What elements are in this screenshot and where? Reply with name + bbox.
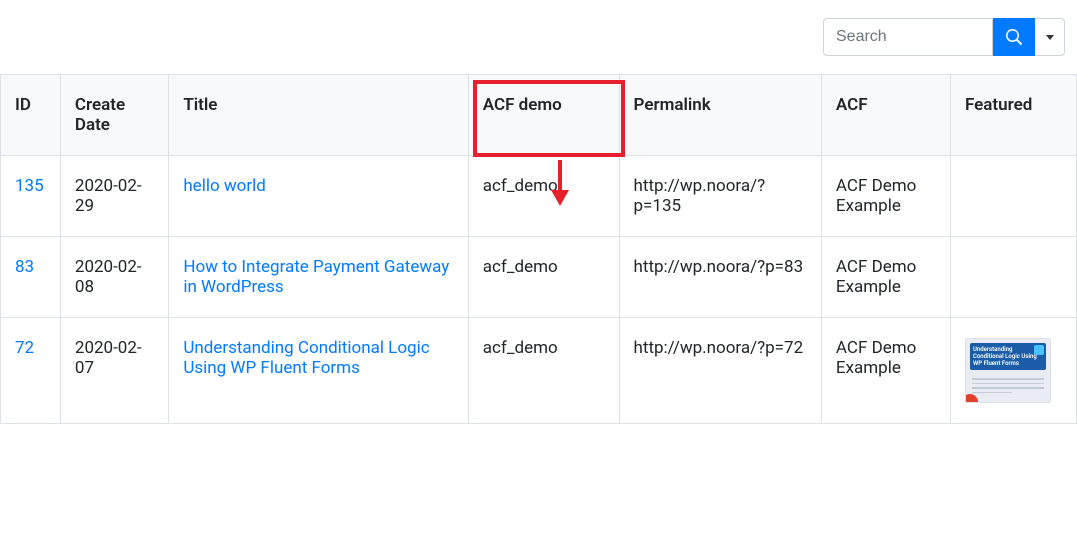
row-permalink: http://wp.noora/?p=83 — [619, 237, 821, 318]
search-dropdown-button[interactable] — [1035, 18, 1065, 56]
table-row: 83 2020-02-08 How to Integrate Payment G… — [1, 237, 1077, 318]
table-header-row: ID Create Date Title ACF demo Permalink … — [1, 75, 1077, 156]
row-featured — [950, 156, 1076, 237]
table-row: 72 2020-02-07 Understanding Conditional … — [1, 318, 1077, 424]
col-header-permalink[interactable]: Permalink — [619, 75, 821, 156]
row-id-link[interactable]: 83 — [15, 257, 34, 277]
row-create-date: 2020-02-08 — [60, 237, 168, 318]
row-title-link[interactable]: hello world — [183, 176, 266, 196]
search-input[interactable] — [823, 18, 993, 56]
row-acf-demo: acf_demo — [468, 237, 619, 318]
row-permalink: http://wp.noora/?p=135 — [619, 156, 821, 237]
col-header-create-date[interactable]: Create Date — [60, 75, 168, 156]
featured-thumbnail[interactable]: Understanding Conditional Logic Using WP… — [965, 338, 1051, 403]
search-group — [823, 18, 1065, 56]
row-featured: Understanding Conditional Logic Using WP… — [950, 318, 1076, 424]
search-icon — [1006, 29, 1022, 45]
col-header-id[interactable]: ID — [1, 75, 61, 156]
row-acf: ACF Demo Example — [821, 156, 950, 237]
thumb-lines-icon — [972, 378, 1044, 396]
row-featured — [950, 237, 1076, 318]
search-button[interactable] — [993, 18, 1035, 56]
col-header-acf-demo[interactable]: ACF demo — [468, 75, 619, 156]
thumb-badge-icon — [1034, 345, 1044, 355]
row-title-link[interactable]: How to Integrate Payment Gateway in Word… — [183, 257, 449, 297]
row-id-link[interactable]: 72 — [15, 338, 34, 358]
row-permalink: http://wp.noora/?p=72 — [619, 318, 821, 424]
data-table: ID Create Date Title ACF demo Permalink … — [0, 74, 1077, 424]
row-acf: ACF Demo Example — [821, 237, 950, 318]
chevron-down-icon — [1046, 35, 1054, 40]
row-create-date: 2020-02-29 — [60, 156, 168, 237]
row-id-link[interactable]: 135 — [15, 176, 44, 196]
col-header-title[interactable]: Title — [169, 75, 468, 156]
col-header-acf[interactable]: ACF — [821, 75, 950, 156]
row-acf-demo: acf_demo — [468, 156, 619, 237]
col-header-featured[interactable]: Featured — [950, 75, 1076, 156]
toolbar — [0, 0, 1077, 74]
table-row: 135 2020-02-29 hello world acf_demo http… — [1, 156, 1077, 237]
row-acf-demo: acf_demo — [468, 318, 619, 424]
row-create-date: 2020-02-07 — [60, 318, 168, 424]
row-title-link[interactable]: Understanding Conditional Logic Using WP… — [183, 338, 429, 378]
row-acf: ACF Demo Example — [821, 318, 950, 424]
